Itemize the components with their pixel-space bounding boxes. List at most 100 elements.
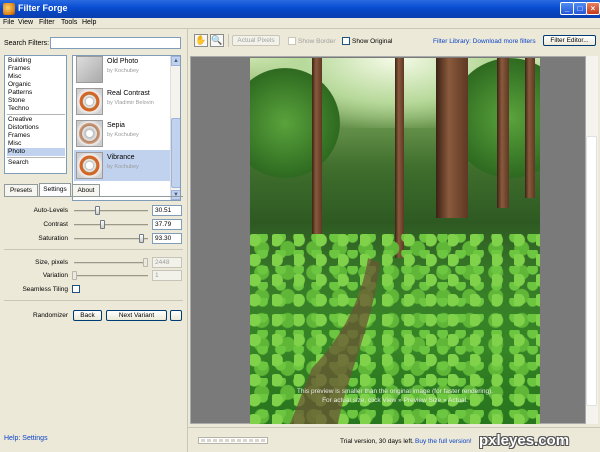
seamless-tiling-checkbox[interactable] [72,285,80,293]
size-slider[interactable] [74,262,148,264]
variation-slider-knob[interactable] [72,271,77,280]
filter-author: by Kochubey [107,164,139,170]
category-item[interactable]: Techno [7,105,65,113]
filter-item[interactable]: Old Photo by Kochubey [74,56,170,85]
variation-input[interactable]: 1 [152,270,182,281]
settings-separator [4,300,183,301]
saturation-slider-knob[interactable] [139,234,144,243]
auto-levels-slider-knob[interactable] [95,206,100,215]
seamless-tiling-label: Seamless Tiling [22,286,68,293]
preview-scrollbar[interactable] [586,56,598,424]
saturation-slider[interactable] [74,238,148,240]
contrast-label: Contrast [43,221,68,228]
filter-name: Vibrance [107,154,135,161]
randomizer-label: Randomizer [32,312,68,319]
filter-thumbnail [76,88,103,115]
category-item[interactable]: Misc [7,73,65,81]
contrast-slider-knob[interactable] [100,220,105,229]
filter-name: Real Contrast [107,90,150,97]
minimize-button[interactable]: _ [560,2,574,15]
search-label: Search Filters: [4,40,50,47]
buy-full-version-link[interactable]: Buy the full version! [415,438,472,445]
scroll-thumb[interactable] [171,118,180,188]
size-slider-knob[interactable] [143,258,148,267]
filter-library-link[interactable]: Filter Library: Download more filters [433,38,536,45]
randomizer-options-button[interactable] [170,310,182,321]
filter-author: by Kochubey [107,132,139,138]
category-item[interactable]: Misc [7,140,65,148]
show-border-checkbox[interactable] [288,37,296,45]
preview-image[interactable]: This preview is smaller than the origina… [250,58,540,424]
preview-scroll-thumb[interactable] [586,136,597,406]
filter-author: by Kochubey [107,68,139,74]
filter-list-scrollbar[interactable]: ▲ ▼ [170,56,180,200]
category-separator [7,114,65,115]
close-button[interactable]: × [586,2,600,15]
filter-thumbnail [76,152,103,179]
category-item-selected[interactable]: Photo [7,148,65,156]
filter-name: Sepia [107,122,125,129]
auto-levels-slider[interactable] [74,210,148,212]
app-logo-icon [3,3,15,15]
filter-thumbnail [76,120,103,147]
scroll-up-arrow[interactable]: ▲ [171,56,180,66]
category-item[interactable]: Building [7,57,65,65]
help-settings-link[interactable]: Help: Settings [4,435,48,442]
show-original-checkbox[interactable] [342,37,350,45]
menu-filter[interactable]: Filter [39,19,55,26]
filter-item-selected[interactable]: Vibrance by Kochubey [74,150,170,181]
filter-item[interactable]: Real Contrast by Vladimir Belovin [74,86,170,117]
maximize-button[interactable]: □ [573,2,587,15]
category-item[interactable]: Patterns [7,89,65,97]
category-separator [7,157,65,158]
menu-file[interactable]: File [3,19,14,26]
trail-path [290,258,380,424]
category-item[interactable]: Stone [7,97,65,105]
tab-presets[interactable]: Presets [4,184,38,196]
status-bar: Trial version, 30 days left. Buy the ful… [188,427,600,452]
tab-about[interactable]: About [72,184,100,196]
title-bar: Filter Forge _ □ × [0,0,600,18]
menu-view[interactable]: View [18,19,33,26]
tab-settings[interactable]: Settings [39,183,71,196]
category-item[interactable]: Distortions [7,124,65,132]
left-panel: Search Filters: Building Frames Misc Org… [0,29,187,452]
auto-levels-label: Auto-Levels [33,207,68,214]
search-input[interactable] [50,37,181,49]
watermark-logo: pxleyes.com [479,432,570,449]
menu-help[interactable]: Help [82,19,96,26]
contrast-slider[interactable] [74,224,148,226]
category-item[interactable]: Frames [7,132,65,140]
category-item[interactable]: Frames [7,65,65,73]
variation-slider[interactable] [74,275,148,277]
filter-author: by Vladimir Belovin [107,100,154,106]
filter-thumbnail [76,56,103,83]
size-input[interactable]: 2448 [152,257,182,268]
menu-bar: File View Filter Tools Help [0,18,600,29]
saturation-label: Saturation [38,235,68,242]
filter-item[interactable]: Sepia by Kochubey [74,118,170,149]
saturation-input[interactable]: 93.30 [152,233,182,244]
hand-icon[interactable]: ✋ [194,34,208,47]
scroll-down-arrow[interactable]: ▼ [171,190,180,200]
tab-divider [4,196,183,197]
filter-name: Old Photo [107,58,139,65]
render-progress-bar [198,437,268,444]
category-list: Building Frames Misc Organic Patterns St… [4,55,67,174]
next-variant-button[interactable]: Next Variant [106,310,167,321]
category-item-search[interactable]: Search [7,159,65,167]
filter-list: Old Photo by Kochubey Real Contrast by V… [72,55,181,201]
category-item[interactable]: Organic [7,81,65,89]
menu-tools[interactable]: Tools [61,19,77,26]
trial-status: Trial version, 30 days left. [340,438,414,445]
preview-note: For actual size, click View » Preview Si… [322,397,468,404]
zoom-icon[interactable]: 🔍 [210,34,224,47]
filter-editor-button[interactable]: Filter Editor... [543,35,596,46]
category-item[interactable]: Creative [7,116,65,124]
actual-pixels-button[interactable]: Actual Pixels [232,35,280,46]
preview-area: ✋ 🔍 Actual Pixels Show Border Show Origi… [187,29,600,452]
contrast-input[interactable]: 37.79 [152,219,182,230]
auto-levels-input[interactable]: 30.51 [152,205,182,216]
back-button[interactable]: Back [73,310,102,321]
preview-note: This preview is smaller than the origina… [296,388,494,395]
